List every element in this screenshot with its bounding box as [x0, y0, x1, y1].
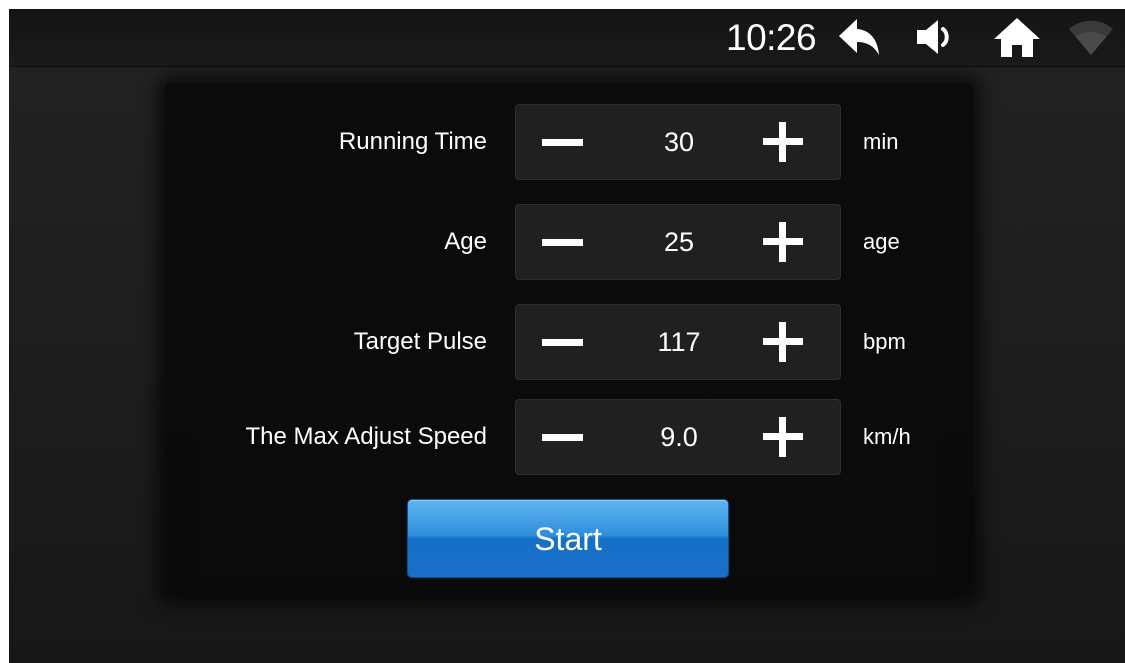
running-time-stepper: 30 [515, 104, 841, 180]
status-clock: 10:26 [726, 17, 817, 58]
increase-button[interactable] [742, 400, 840, 474]
setting-row-max-speed: The Max Adjust Speed 9.0 km/h [165, 399, 973, 475]
decrease-button[interactable] [516, 105, 614, 179]
app-screen: 10:26 Running Time 30 min Age 25 age Tar… [9, 9, 1125, 663]
running-time-value: 30 [663, 127, 695, 157]
minus-icon [542, 139, 583, 146]
age-value: 25 [663, 227, 695, 257]
decrease-button[interactable] [516, 305, 614, 379]
start-button[interactable]: Start [407, 499, 729, 578]
setting-row-running-time: Running Time 30 min [165, 104, 973, 180]
max-speed-stepper: 9.0 [515, 399, 841, 475]
decrease-button[interactable] [516, 205, 614, 279]
setting-row-target-pulse: Target Pulse 117 bpm [165, 304, 973, 380]
max-speed-value: 9.0 [660, 422, 698, 452]
minus-icon [542, 339, 583, 346]
setting-row-age: Age 25 age [165, 204, 973, 280]
setting-label: Age [444, 228, 487, 255]
setting-label: Target Pulse [353, 328, 487, 355]
home-icon[interactable] [991, 15, 1043, 64]
decrease-button[interactable] [516, 400, 614, 474]
wifi-icon [1067, 15, 1115, 64]
minus-icon [542, 239, 583, 246]
setting-label: The Max Adjust Speed [245, 423, 487, 450]
back-icon[interactable] [835, 15, 885, 64]
target-pulse-stepper: 117 [515, 304, 841, 380]
program-settings-dialog: Running Time 30 min Age 25 age Target Pu… [165, 83, 973, 597]
setting-label: Running Time [338, 128, 487, 155]
unit-label: min [863, 129, 899, 154]
volume-icon[interactable] [914, 15, 960, 64]
age-stepper: 25 [515, 204, 841, 280]
unit-label: km/h [863, 424, 911, 449]
increase-button[interactable] [742, 205, 840, 279]
target-pulse-value: 117 [657, 327, 701, 357]
status-bar: 10:26 [9, 9, 1125, 67]
increase-button[interactable] [742, 305, 840, 379]
unit-label: bpm [863, 329, 906, 354]
minus-icon [542, 434, 583, 441]
increase-button[interactable] [742, 105, 840, 179]
unit-label: age [863, 229, 900, 254]
